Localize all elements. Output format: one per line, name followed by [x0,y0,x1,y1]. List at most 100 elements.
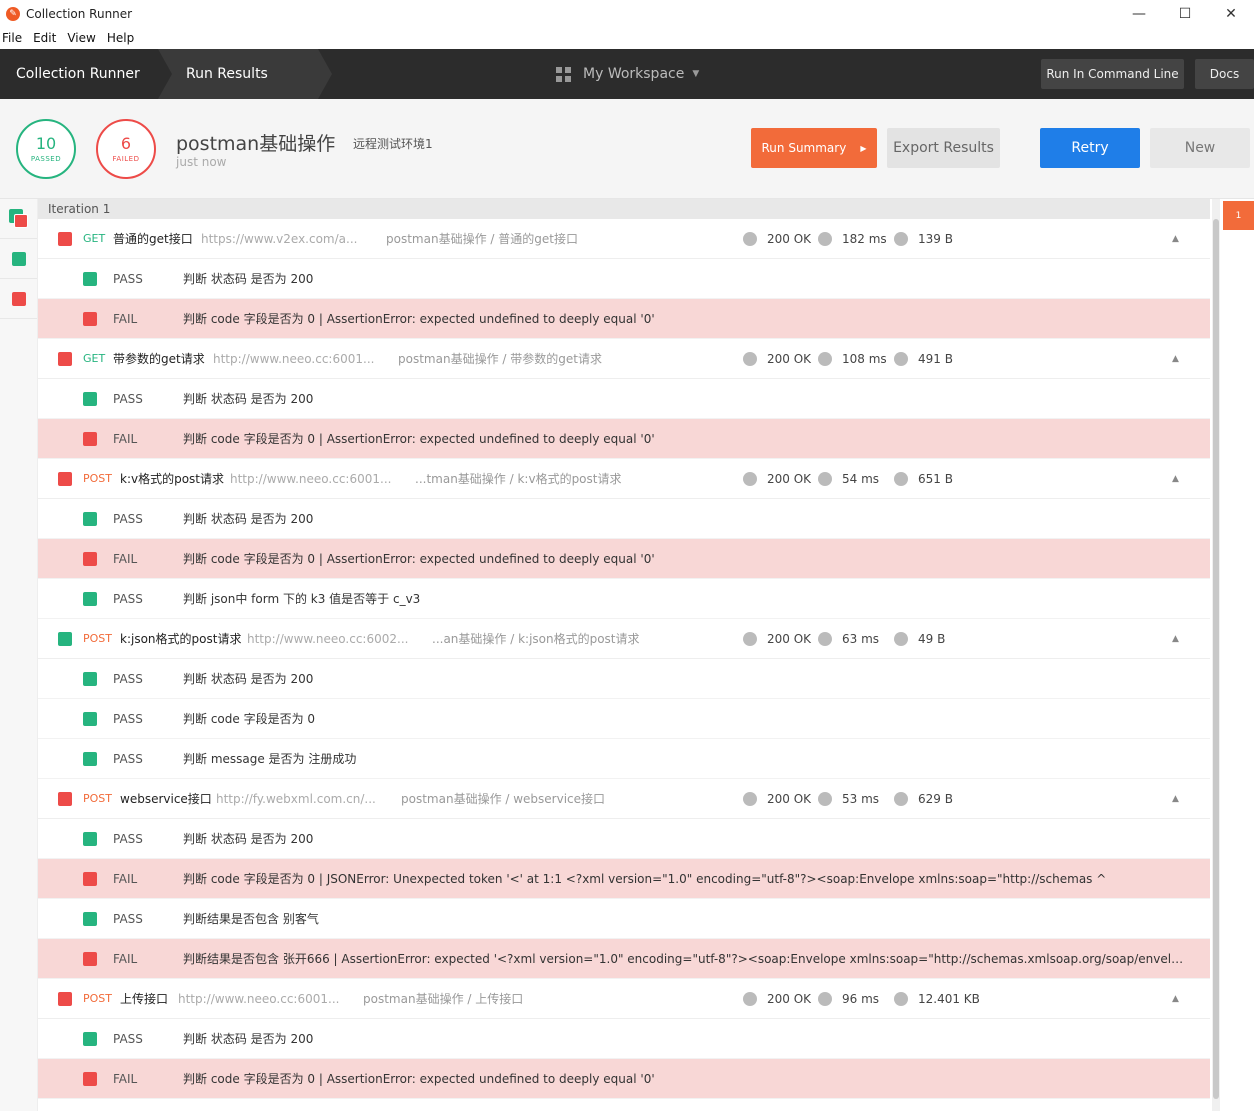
request-name[interactable]: 上传接口 [120,990,168,1007]
status-code-dot-icon [743,471,757,486]
workspace-selector[interactable]: My Workspace ▼ [556,49,699,99]
response-time: 53 ms [842,791,880,806]
minimize-button[interactable]: — [1116,0,1162,27]
export-results-button[interactable]: Export Results [887,128,1000,168]
collapse-caret-icon[interactable]: ▲ [1172,794,1179,804]
retry-button[interactable]: Retry [1040,128,1140,168]
test-row: FAIL 判断 code 字段是否为 0 | AssertionError: ex… [38,1059,1210,1099]
test-row: PASS 判断 状态码 是否为 200 [38,819,1210,859]
postman-logo-icon: ✎ [6,6,20,21]
passed-count-badge: 10 PASSED [16,119,76,179]
response-time-dot-icon [818,471,832,486]
test-row: PASS 判断 状态码 是否为 200 [38,1019,1210,1059]
status-code-dot-icon [743,631,757,646]
pass-status-icon [83,711,97,726]
fail-status-icon [58,351,72,366]
response-size-dot-icon [894,791,908,806]
test-status: PASS [113,271,143,286]
test-row: PASS 判断 状态码 是否为 200 [38,659,1210,699]
request-row[interactable]: POST k:v格式的post请求 http://www.neeo.cc:6001.… [38,459,1210,499]
response-size-dot-icon [894,991,908,1006]
rail-filter-fail[interactable] [0,279,37,319]
collapse-caret-icon[interactable]: ▲ [1172,474,1179,484]
test-row: FAIL 判断 code 字段是否为 0 | AssertionError: ex… [38,539,1210,579]
request-path: postman基础操作 / 上传接口 [363,992,524,1006]
menu-file[interactable]: File [2,31,27,45]
request-name[interactable]: k:json格式的post请求 [120,630,241,647]
menu-edit[interactable]: Edit [33,31,61,45]
test-status: FAIL [113,431,138,446]
request-path: postman基础操作 / 带参数的get请求 [398,352,602,366]
response-time-dot-icon [818,631,832,646]
request-name[interactable]: 普通的get接口 [113,230,193,247]
test-message: 判断 code 字段是否为 0 | AssertionError: expect… [183,552,655,566]
response-time: 96 ms [842,991,880,1006]
breadcrumb-collection-runner[interactable]: Collection Runner [0,49,172,99]
collapse-caret-icon[interactable]: ▲ [1172,634,1179,644]
scroll-marker-badge[interactable]: 1 [1223,201,1254,230]
menu-bar: File Edit View Help [0,27,1254,49]
status-code-dot-icon [743,351,757,366]
rail-filter-pass[interactable] [0,239,37,279]
chevron-down-icon: ▼ [692,69,700,79]
test-status: FAIL [113,551,138,566]
run-summary-bar: 10 PASSED 6 FAILED postman基础操作 远程测试环境1 j… [0,99,1254,199]
scroll-thumb[interactable] [1213,219,1219,1099]
collapse-caret-icon[interactable]: ▲ [1172,994,1179,1004]
menu-view[interactable]: View [67,31,100,45]
status-code: 200 OK [767,351,812,366]
response-time-dot-icon [818,351,832,366]
fail-status-icon [13,213,28,228]
collapse-caret-icon[interactable]: ▲ [1172,354,1179,364]
request-row[interactable]: POST 上传接口 http://www.neeo.cc:6001... postma… [38,979,1210,1019]
request-row[interactable]: GET 普通的get接口 https://www.v2ex.com/a... post… [38,219,1210,259]
window-controls: — ☐ ✕ [1116,0,1254,27]
request-row[interactable]: GET 带参数的get请求 http://www.neeo.cc:6001... po… [38,339,1210,379]
breadcrumb-run-results[interactable]: Run Results [158,49,332,99]
test-row: PASS 判断结果是否包含 别客气 [38,899,1210,939]
failed-count-badge: 6 FAILED [96,119,156,179]
scrollbar[interactable] [1212,199,1220,1111]
response-time-stat: 108 ms [818,351,887,366]
pass-status-icon [83,511,97,526]
new-button[interactable]: New [1150,128,1250,168]
fail-status-icon [58,991,72,1006]
response-time: 63 ms [842,631,880,646]
status-code: 200 OK [767,631,812,646]
response-time-stat: 182 ms [818,231,887,246]
response-size-stat: 491 B [894,351,953,366]
request-row[interactable]: POST webservice接口 http://fy.webxml.com.cn/… [38,779,1210,819]
request-method: POST [83,632,112,645]
response-size-stat: 139 B [894,231,953,246]
rail-item-iteration-1[interactable] [0,199,37,239]
request-row[interactable]: POST k:json格式的post请求 http://www.neeo.cc:60… [38,619,1210,659]
response-time: 182 ms [842,231,887,246]
request-method: POST [83,792,112,805]
pass-status-icon [83,271,97,286]
request-name[interactable]: webservice接口 [120,790,212,807]
request-url: http://www.neeo.cc:6001... [213,351,375,366]
docs-button[interactable]: Docs [1195,59,1254,89]
request-method: GET [83,232,106,245]
response-size-stat: 651 B [894,471,953,486]
test-row: PASS 判断 message 是否为 注册成功 [38,739,1210,779]
maximize-button[interactable]: ☐ [1162,0,1208,27]
failed-count: 6 [120,134,132,153]
request-path: postman基础操作 / webservice接口 [401,792,606,806]
menu-help[interactable]: Help [107,31,139,45]
pass-status-icon [83,831,97,846]
run-in-command-line-button[interactable]: Run In Command Line [1041,59,1184,89]
test-message: 判断结果是否包含 别客气 [183,912,319,926]
close-button[interactable]: ✕ [1208,0,1254,27]
response-time: 108 ms [842,351,887,366]
window-title: Collection Runner [26,6,133,21]
request-name[interactable]: k:v格式的post请求 [120,470,224,487]
request-method: POST [83,472,112,485]
pass-status-icon [83,391,97,406]
test-message: 判断 状态码 是否为 200 [183,1032,314,1046]
collapse-caret-icon[interactable]: ▲ [1172,234,1179,244]
test-message: 判断 code 字段是否为 0 | AssertionError: expect… [183,432,655,446]
response-size-dot-icon [894,351,908,366]
run-summary-button[interactable]: Run Summary ▶ [751,128,877,168]
request-name[interactable]: 带参数的get请求 [113,350,205,367]
